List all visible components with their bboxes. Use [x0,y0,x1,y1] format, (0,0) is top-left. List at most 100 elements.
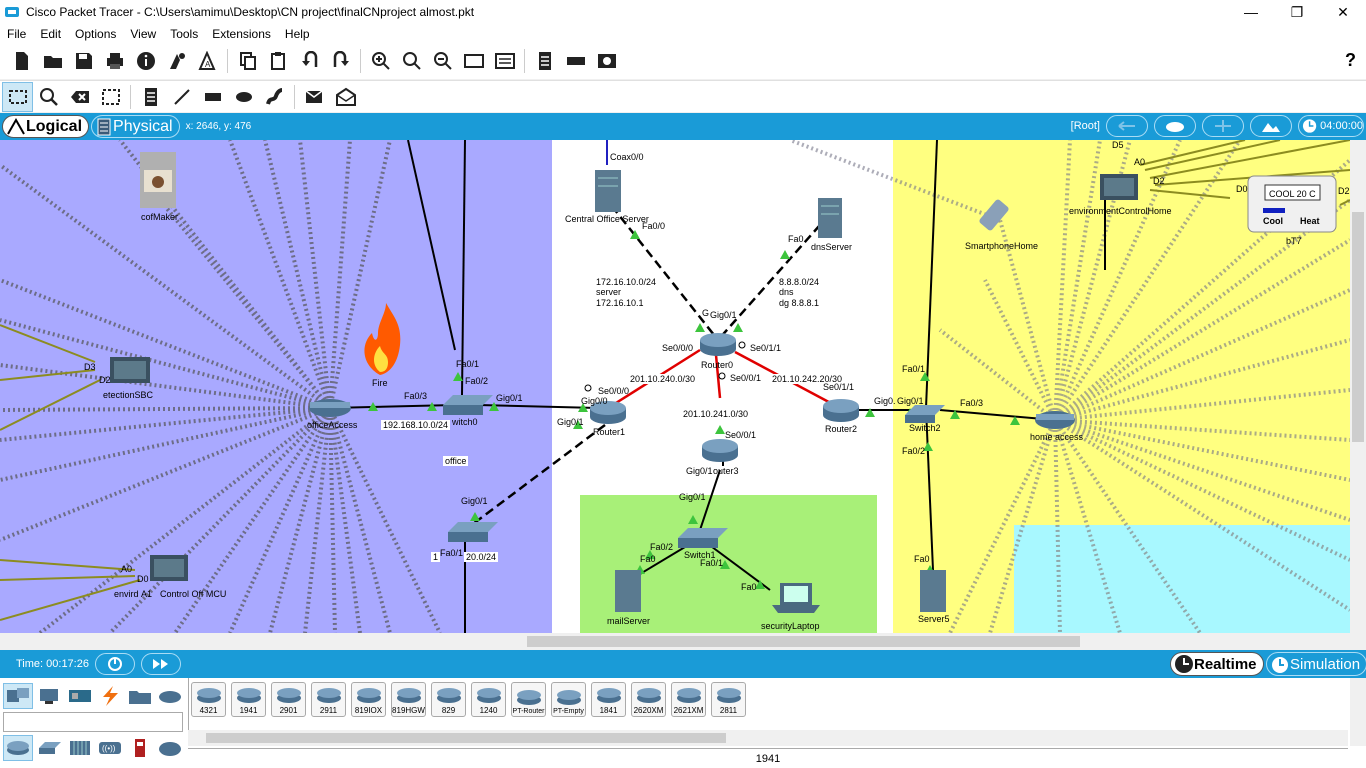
server5-label: Server5 [918,614,950,624]
network-devices-icon[interactable] [3,683,33,709]
minimize-button[interactable]: — [1228,0,1274,24]
device-template-icon[interactable] [560,46,591,76]
connections-icon[interactable] [95,683,125,709]
logical-workspace[interactable]: cofMaker Fire etectionSBC officeAccess w… [0,140,1350,633]
notes-icon[interactable] [529,46,560,76]
draw-ellipse-icon[interactable] [228,82,259,112]
simulation-mode-button[interactable]: Simulation [1266,652,1366,676]
device-model-item[interactable]: 4321 [191,682,226,717]
copy-icon[interactable] [232,46,263,76]
zoom-in-icon[interactable] [365,46,396,76]
device-search-box[interactable] [3,712,183,732]
device-model-item[interactable]: 1841 [591,682,626,717]
device-model-item[interactable]: 2901 [271,682,306,717]
scroll-thumb[interactable] [1352,212,1364,442]
network-wizard-icon[interactable] [161,46,192,76]
server5-device [920,570,946,612]
misc-icon[interactable] [125,683,155,709]
clock-button[interactable]: 04:00:00 [1298,115,1364,137]
root-breadcrumb[interactable]: [Root] [1071,120,1100,132]
menu-view[interactable]: View [123,27,163,41]
horizontal-scrollbar[interactable] [0,633,1350,650]
device-model-item[interactable]: 1240 [471,682,506,717]
add-simple-pdu-icon[interactable] [299,82,330,112]
drawing-palette-icon[interactable] [458,46,489,76]
device-model-item[interactable]: 829 [431,682,466,717]
back-icon[interactable] [1106,115,1148,137]
zoom-reset-icon[interactable] [396,46,427,76]
device-model-item[interactable]: PT-Empty [551,682,586,717]
cloud-icon[interactable] [1154,115,1196,137]
cluster-icon[interactable] [1202,115,1244,137]
status-circle [718,372,726,380]
open-folder-icon[interactable] [37,46,68,76]
device-model-item[interactable]: 2811 [711,682,746,717]
info-icon[interactable] [130,46,161,76]
device-panel-vscroll[interactable] [1350,678,1366,746]
undo-icon[interactable] [294,46,325,76]
viewport-icon[interactable] [591,46,622,76]
scroll-thumb[interactable] [206,733,726,743]
fast-forward-icon [152,659,168,669]
device-model-item[interactable]: PT-Router [511,682,546,717]
new-file-icon[interactable] [6,46,37,76]
freeform-icon[interactable] [259,82,290,112]
device-model-list: 4321 1941 2901 2911 819IOX 819HGW 829 12… [188,678,1348,738]
port-label: Gig0/1 [897,396,924,406]
draw-line-icon[interactable] [166,82,197,112]
device-list-scrollbar[interactable] [188,730,1348,746]
save-icon[interactable] [68,46,99,76]
wireless-devices-icon[interactable]: ((•)) [95,735,125,761]
menu-extensions[interactable]: Extensions [205,27,278,41]
logical-view-button[interactable]: Logical [2,115,90,138]
power-cycle-button[interactable] [94,653,135,675]
components-icon[interactable] [65,683,95,709]
vertical-scrollbar[interactable] [1350,140,1366,633]
device-model-item[interactable]: 2911 [311,682,346,717]
routers-icon[interactable] [3,735,33,761]
menu-tools[interactable]: Tools [163,27,205,41]
draw-rectangle-icon[interactable] [197,82,228,112]
add-complex-pdu-icon[interactable] [330,82,361,112]
multiuser-icon[interactable] [155,683,185,709]
port-label: Gig0. [874,396,896,406]
activity-wizard-icon[interactable]: A [192,46,223,76]
scroll-thumb[interactable] [527,636,1080,647]
physical-view-button[interactable]: Physical [91,115,180,138]
fast-forward-button[interactable] [140,653,181,675]
zoom-out-icon[interactable] [427,46,458,76]
device-model-item[interactable]: 2620XM [631,682,666,717]
wan-emulation-icon[interactable] [155,735,185,761]
device-model-item[interactable]: 819HGW [391,682,426,717]
paste-icon[interactable] [263,46,294,76]
custom-devices-icon[interactable] [489,46,520,76]
print-icon[interactable] [99,46,130,76]
resize-icon[interactable] [95,82,126,112]
background-image-icon[interactable] [1250,115,1292,137]
close-button[interactable]: ✕ [1320,0,1366,24]
port-label: Fa0/2 [902,446,926,456]
home-access-point [1035,411,1075,429]
port-label: Se0/1/1 [823,382,855,392]
maximize-button[interactable]: ❐ [1274,0,1320,24]
menu-help[interactable]: Help [278,27,317,41]
menu-file[interactable]: File [0,27,33,41]
redo-icon[interactable] [325,46,356,76]
menu-edit[interactable]: Edit [33,27,68,41]
delete-icon[interactable] [64,82,95,112]
place-note-icon[interactable] [135,82,166,112]
security-devices-icon[interactable] [125,735,155,761]
device-model-item[interactable]: 819IOX [351,682,386,717]
hubs-icon[interactable] [65,735,95,761]
device-model-item[interactable]: 2621XM [671,682,706,717]
help-button[interactable]: ? [1345,50,1356,71]
end-devices-icon[interactable] [35,683,65,709]
switches-icon[interactable] [35,735,65,761]
realtime-mode-button[interactable]: Realtime [1170,652,1264,676]
router3-label: outer3 [713,466,739,476]
device-model-item[interactable]: 1941 [231,682,266,717]
svg-text:A: A [205,60,211,69]
inspect-icon[interactable] [33,82,64,112]
select-icon[interactable] [2,81,33,112]
menu-options[interactable]: Options [68,27,123,41]
